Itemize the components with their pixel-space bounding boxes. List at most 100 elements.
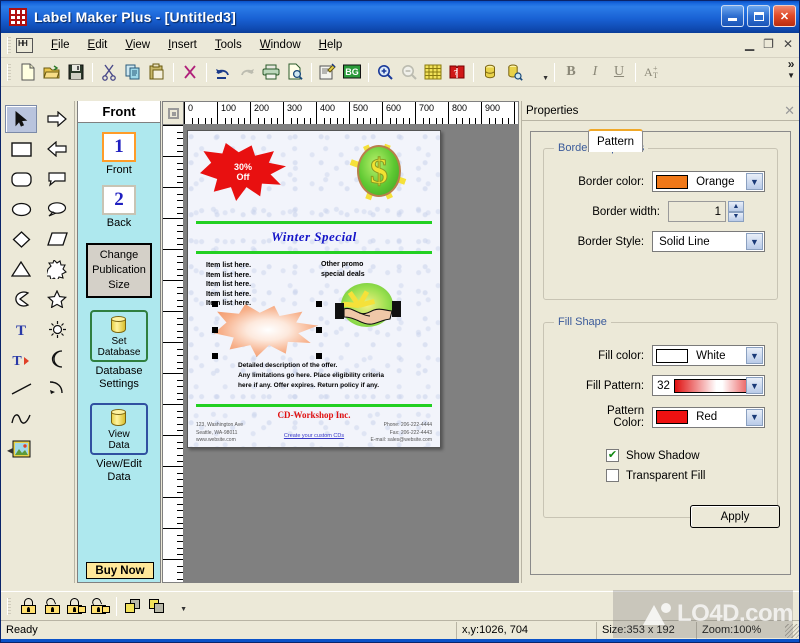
view-data-button[interactable]: View Data bbox=[90, 403, 148, 455]
company-name-text[interactable]: CD-Workshop Inc. bbox=[188, 410, 440, 420]
explosion-tool[interactable] bbox=[41, 255, 73, 283]
redo-icon[interactable] bbox=[235, 61, 259, 84]
buy-now-button[interactable]: Buy Now bbox=[86, 562, 154, 579]
apply-button[interactable]: Apply bbox=[690, 505, 780, 528]
print-preview-icon[interactable] bbox=[283, 61, 307, 84]
arrow-left-tool[interactable] bbox=[41, 135, 73, 163]
change-publication-size-button[interactable]: Change Publication Size bbox=[86, 243, 152, 298]
maximize-button[interactable] bbox=[747, 5, 770, 27]
toolbar-grip[interactable] bbox=[7, 63, 11, 81]
ellipse-tool[interactable] bbox=[5, 195, 37, 223]
handshake-icon[interactable] bbox=[333, 283, 403, 335]
mdi-close-icon[interactable]: ✕ bbox=[783, 38, 793, 50]
copy-icon[interactable] bbox=[121, 61, 145, 84]
headline-text[interactable]: Winter Special bbox=[188, 229, 440, 245]
resize-grip[interactable] bbox=[785, 624, 799, 638]
curve-tool[interactable] bbox=[5, 405, 37, 433]
delete-icon[interactable] bbox=[178, 61, 202, 84]
paste-icon[interactable] bbox=[145, 61, 169, 84]
border-style-combo[interactable]: Solid Line ▼ bbox=[652, 231, 765, 252]
callout-tool[interactable] bbox=[41, 165, 73, 193]
sun-tool[interactable] bbox=[41, 315, 73, 343]
label-canvas[interactable]: 30% Off $ Winter Special Item list here.… bbox=[187, 130, 441, 448]
bring-to-front-icon[interactable] bbox=[121, 595, 145, 618]
triangle-tool[interactable] bbox=[5, 255, 37, 283]
lock-all-icon[interactable] bbox=[64, 595, 88, 618]
ruler-origin-icon[interactable] bbox=[163, 102, 184, 125]
pie-tool[interactable] bbox=[5, 285, 37, 313]
toolbar-overflow-arrow[interactable]: ▼ bbox=[787, 70, 795, 81]
pattern-color-combo[interactable]: Red ▼ bbox=[652, 406, 765, 428]
database-dropdown-arrow[interactable]: ▼ bbox=[526, 61, 550, 84]
font-icon[interactable]: A + T bbox=[640, 61, 664, 84]
print-icon[interactable] bbox=[259, 61, 283, 84]
arrange-dropdown-arrow[interactable]: ▼ bbox=[169, 595, 193, 618]
show-shadow-checkbox[interactable] bbox=[606, 449, 619, 462]
menu-edit[interactable]: Edit bbox=[79, 36, 117, 54]
page-thumbnail-front[interactable]: 1 bbox=[102, 132, 136, 162]
menu-window[interactable]: Window bbox=[251, 36, 310, 54]
database-view-icon[interactable] bbox=[502, 61, 526, 84]
fill-pattern-combo[interactable]: 32 ▼ bbox=[652, 375, 765, 396]
star-tool[interactable] bbox=[41, 285, 73, 313]
border-color-combo[interactable]: Orange ▼ bbox=[652, 171, 765, 192]
menu-view[interactable]: View bbox=[116, 36, 159, 54]
undo-icon[interactable] bbox=[211, 61, 235, 84]
selection-handle[interactable] bbox=[212, 353, 218, 359]
set-database-button[interactable]: Set Database bbox=[90, 310, 148, 362]
diamond-tool[interactable] bbox=[5, 225, 37, 253]
mdi-minimize-icon[interactable]: ▁ bbox=[745, 38, 754, 50]
close-button[interactable]: ✕ bbox=[773, 5, 796, 27]
chevron-down-icon[interactable]: ▼ bbox=[746, 408, 763, 426]
moon-tool[interactable] bbox=[41, 345, 73, 373]
canvas-scroll-area[interactable]: 30% Off $ Winter Special Item list here.… bbox=[184, 125, 518, 582]
mdi-restore-icon[interactable]: ❐ bbox=[763, 38, 774, 50]
detail-description-text[interactable]: Detailed description of the offer. Any l… bbox=[238, 361, 384, 391]
border-width-input[interactable]: 1 bbox=[668, 201, 726, 222]
selection-handle[interactable] bbox=[316, 301, 322, 307]
cut-icon[interactable] bbox=[97, 61, 121, 84]
database-icon[interactable] bbox=[478, 61, 502, 84]
arc-tool[interactable] bbox=[41, 375, 73, 403]
stepper-up-icon[interactable]: ▲ bbox=[728, 201, 744, 212]
transparent-fill-checkbox[interactable] bbox=[606, 469, 619, 482]
background-icon[interactable]: BG bbox=[340, 61, 364, 84]
bottom-toolbar-grip[interactable] bbox=[7, 597, 11, 615]
speech-bubble-tool[interactable] bbox=[41, 195, 73, 223]
border-width-stepper[interactable]: ▲ ▼ bbox=[728, 201, 744, 222]
rectangle-tool[interactable] bbox=[5, 135, 37, 163]
italic-icon[interactable]: I bbox=[583, 61, 607, 84]
page-thumbnail-back[interactable]: 2 bbox=[102, 185, 136, 215]
mdi-system-icon[interactable] bbox=[16, 37, 33, 53]
help-book-icon[interactable]: ? bbox=[445, 61, 469, 84]
select-arrow-tool[interactable] bbox=[5, 105, 37, 133]
save-icon[interactable] bbox=[64, 61, 88, 84]
unlock-all-icon[interactable] bbox=[88, 595, 112, 618]
stepper-down-icon[interactable]: ▼ bbox=[728, 211, 744, 222]
underline-icon[interactable]: U bbox=[607, 61, 631, 84]
menu-insert[interactable]: Insert bbox=[159, 36, 206, 54]
open-icon[interactable] bbox=[40, 61, 64, 84]
transparent-fill-row[interactable]: Transparent Fill bbox=[606, 469, 777, 482]
text-flow-tool[interactable]: T bbox=[5, 345, 37, 373]
grid-icon[interactable] bbox=[421, 61, 445, 84]
palette-scroll-left-icon[interactable]: ◀ bbox=[7, 446, 13, 455]
tab-pattern[interactable]: Pattern bbox=[588, 129, 644, 152]
menu-help[interactable]: Help bbox=[310, 36, 352, 54]
minimize-button[interactable] bbox=[721, 5, 744, 27]
menu-grip[interactable] bbox=[7, 36, 11, 54]
selection-handle[interactable] bbox=[212, 327, 218, 333]
promo-text[interactable]: Other promo special deals bbox=[321, 260, 365, 280]
properties-close-icon[interactable]: ✕ bbox=[784, 103, 795, 119]
custom-cd-link[interactable]: Create your custom CDs bbox=[188, 433, 440, 439]
new-icon[interactable] bbox=[16, 61, 40, 84]
selection-handle[interactable] bbox=[316, 327, 322, 333]
chevron-down-icon[interactable]: ▼ bbox=[746, 347, 763, 364]
selection-handle[interactable] bbox=[316, 353, 322, 359]
send-to-back-icon[interactable] bbox=[145, 595, 169, 618]
zoom-out-icon[interactable] bbox=[397, 61, 421, 84]
show-shadow-row[interactable]: Show Shadow bbox=[606, 449, 777, 462]
rounded-rectangle-tool[interactable] bbox=[5, 165, 37, 193]
properties-icon[interactable] bbox=[316, 61, 340, 84]
chevron-down-icon[interactable]: ▼ bbox=[746, 233, 763, 250]
